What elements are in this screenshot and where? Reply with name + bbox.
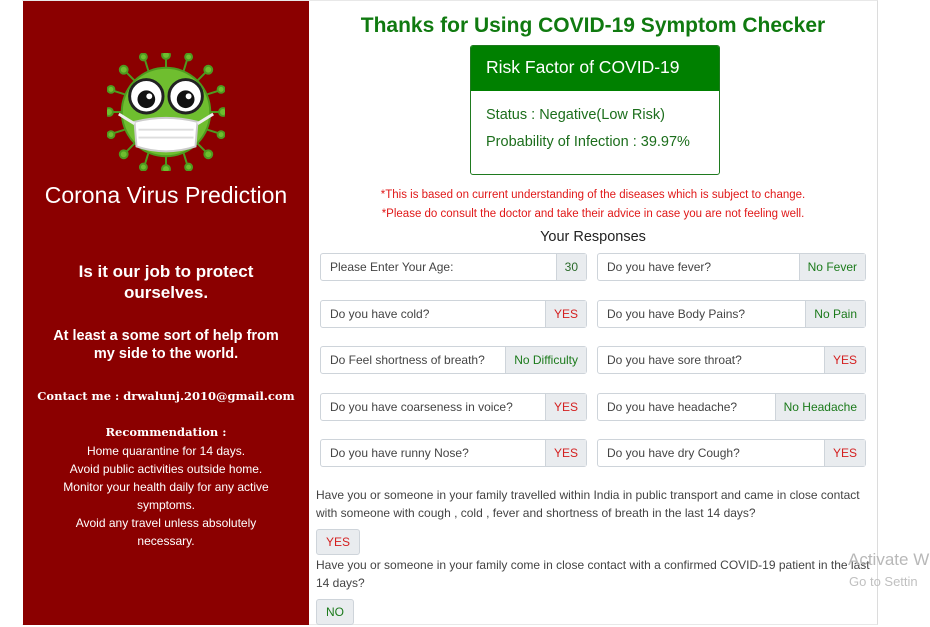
activate-windows-settings-hint: Go to Settin: [849, 574, 918, 589]
body-pains-response[interactable]: Do you have Body Pains? No Pain: [597, 300, 866, 328]
risk-card-header: Risk Factor of COVID-19: [471, 46, 719, 91]
brand-title: Corona Virus Prediction: [44, 182, 288, 208]
response-question: Do you have Body Pains?: [607, 307, 746, 321]
sidebar: Corona Virus Prediction Is it our job to…: [23, 1, 309, 625]
disclaimer-note: *This is based on current understanding …: [380, 189, 806, 201]
age-response[interactable]: Please Enter Your Age: 30: [320, 253, 587, 281]
infection-probability: Probability of Infection : 39.97%: [486, 134, 690, 150]
travel-question: Have you or someone in your family trave…: [316, 488, 860, 520]
response-question: Do Feel shortness of breath?: [330, 353, 485, 367]
response-question: Do you have fever?: [607, 260, 712, 274]
coarseness-response[interactable]: Do you have coarseness in voice? YES: [320, 393, 587, 421]
fever-response[interactable]: Do you have fever? No Fever: [597, 253, 866, 281]
response-question: Do you have cold?: [330, 307, 430, 321]
response-question: Do you have dry Cough?: [607, 446, 740, 460]
contact-answer-button[interactable]: NO: [316, 599, 354, 625]
response-question: Please Enter Your Age:: [330, 260, 454, 274]
page-title: Thanks for Using COVID-19 Symptom Checke…: [360, 14, 826, 37]
blurb: At least a some sort of help from my sid…: [53, 328, 279, 362]
responses-title: Your Responses: [540, 229, 646, 245]
headache-response[interactable]: Do you have headache? No Headache: [597, 393, 866, 421]
response-answer: YES: [544, 301, 586, 327]
response-answer: YES: [823, 440, 865, 466]
response-answer: YES: [823, 347, 865, 373]
contact-email: Contact me : drwalunj.2010@gmail.com: [37, 389, 295, 403]
response-answer: YES: [544, 394, 586, 420]
response-answer: 30: [555, 254, 586, 280]
recommendation-title: Recommendation :: [105, 425, 227, 439]
response-question: Do you have sore throat?: [607, 353, 742, 367]
risk-status: Status : Negative(Low Risk): [486, 107, 665, 123]
response-question: Do you have headache?: [607, 400, 738, 414]
response-answer: YES: [544, 440, 586, 466]
doctor-advice-note: *Please do consult the doctor and take t…: [381, 208, 805, 220]
recommendation-item: Avoid any travel unless absolutely neces…: [75, 516, 257, 548]
sore-throat-response[interactable]: Do you have sore throat? YES: [597, 346, 866, 374]
response-question: Do you have coarseness in voice?: [330, 400, 513, 414]
runny-nose-response[interactable]: Do you have runny Nose? YES: [320, 439, 587, 467]
response-answer: No Fever: [798, 254, 865, 280]
cold-response[interactable]: Do you have cold? YES: [320, 300, 587, 328]
virus-mask-mascot-icon: [107, 53, 225, 171]
breath-response[interactable]: Do Feel shortness of breath? No Difficul…: [320, 346, 587, 374]
response-answer: No Headache: [774, 394, 865, 420]
response-question: Do you have runny Nose?: [330, 446, 469, 460]
response-answer: No Pain: [805, 301, 865, 327]
travel-answer-button[interactable]: YES: [316, 529, 361, 555]
response-answer: No Difficulty: [505, 347, 586, 373]
recommendation-item: Monitor your health daily for any active…: [63, 480, 269, 512]
activate-windows-watermark: Activate W: [848, 550, 930, 569]
dry-cough-response[interactable]: Do you have dry Cough? YES: [597, 439, 866, 467]
contact-question: Have you or someone in your family come …: [316, 558, 870, 590]
recommendation-list: Home quarantine for 14 days. Avoid publi…: [53, 442, 279, 550]
recommendation-item: Home quarantine for 14 days.: [86, 444, 246, 458]
risk-card: Risk Factor of COVID-19 Status : Negativ…: [470, 45, 720, 175]
tagline: Is it our job to protect ourselves.: [78, 262, 254, 302]
recommendation-item: Avoid public activities outside home.: [69, 462, 263, 476]
